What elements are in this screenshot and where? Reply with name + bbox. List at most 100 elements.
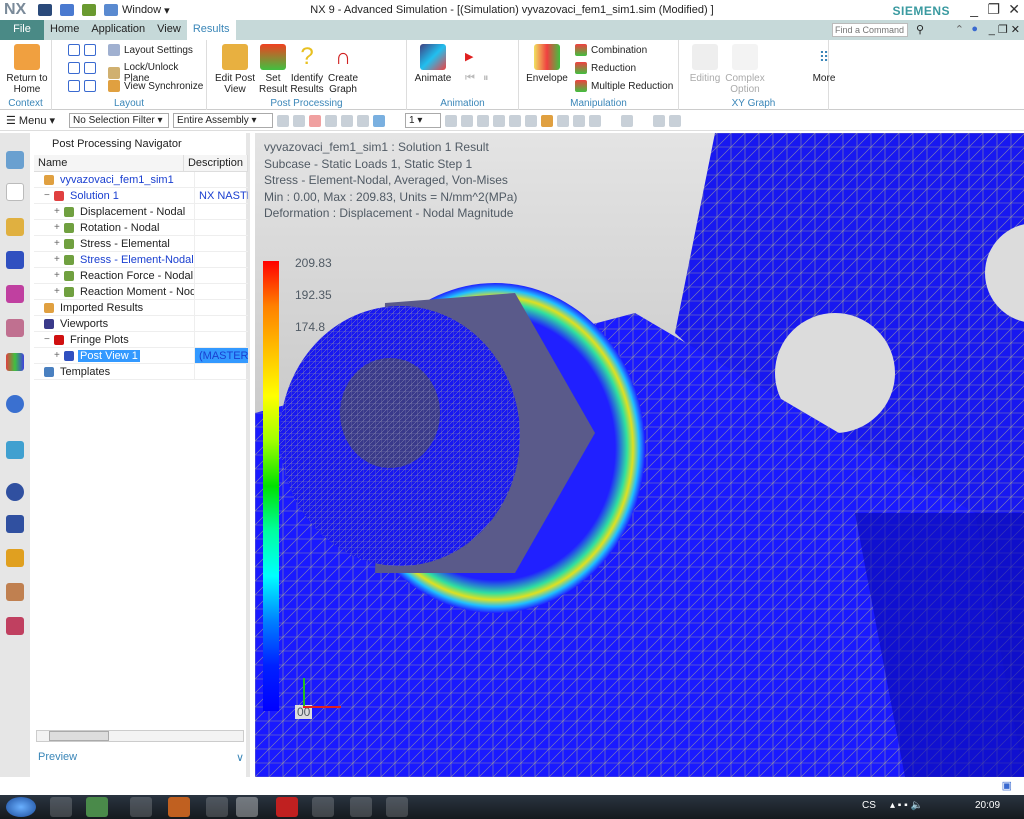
reduction-button[interactable]: Reduction bbox=[575, 62, 636, 74]
expand-toggle-icon[interactable]: − bbox=[44, 190, 54, 201]
graphics-viewport[interactable]: vyvazovaci_fem1_sim1 : Solution 1 Result… bbox=[255, 133, 1024, 777]
matlab-app-icon[interactable] bbox=[130, 797, 152, 817]
results-icon[interactable] bbox=[669, 114, 682, 127]
opera-app-icon[interactable] bbox=[276, 797, 298, 817]
help-icon[interactable]: ● bbox=[971, 23, 978, 35]
expand-toggle-icon[interactable]: − bbox=[44, 334, 54, 345]
section-icon[interactable] bbox=[573, 114, 586, 127]
process-studio-tab[interactable] bbox=[6, 515, 24, 533]
step-back-icon[interactable]: ⏮ bbox=[465, 72, 475, 85]
tab-home[interactable]: Home bbox=[44, 20, 85, 40]
tab-file[interactable]: File bbox=[0, 20, 44, 40]
render-icon[interactable] bbox=[525, 114, 538, 127]
app-icon[interactable] bbox=[350, 797, 372, 817]
tab-view[interactable]: View bbox=[151, 20, 187, 40]
layout-grid-icons[interactable] bbox=[68, 44, 96, 56]
layer-dropdown[interactable]: 1 ▾ bbox=[405, 113, 442, 128]
animate-button[interactable]: Animate bbox=[413, 44, 453, 84]
preview-panel-toggle[interactable]: Preview ∨ bbox=[38, 751, 244, 764]
tree-row[interactable]: Viewports bbox=[34, 316, 248, 332]
expand-toggle-icon[interactable]: + bbox=[54, 350, 64, 361]
more-button[interactable]: ⠿ More bbox=[809, 44, 839, 84]
restore-button[interactable]: ❐ bbox=[987, 1, 1000, 18]
history-tab[interactable] bbox=[6, 319, 24, 337]
edit-post-view-button[interactable]: Edit Post View bbox=[213, 44, 257, 95]
snap-icon[interactable] bbox=[309, 114, 322, 127]
app-icon[interactable] bbox=[312, 797, 334, 817]
tree-row[interactable]: + Rotation - Nodal bbox=[34, 220, 248, 236]
tree-row[interactable]: vyvazovaci_fem1_sim1 bbox=[34, 172, 248, 188]
history-clock-tab[interactable] bbox=[6, 483, 24, 501]
create-graph-button[interactable]: ∩ Create Graph bbox=[327, 44, 359, 95]
expand-toggle-icon[interactable]: + bbox=[54, 270, 64, 281]
snap-icon[interactable] bbox=[357, 114, 370, 127]
pause-icon[interactable]: ⏸ bbox=[483, 72, 489, 85]
zoom-icon[interactable] bbox=[461, 114, 474, 127]
menu-button[interactable]: ☰ Menu ▾ bbox=[6, 114, 55, 127]
envelope-button[interactable]: Envelope bbox=[525, 44, 569, 84]
snap-icon[interactable] bbox=[293, 114, 306, 127]
tree-row[interactable]: + Stress - Elemental bbox=[34, 236, 248, 252]
start-button[interactable] bbox=[6, 797, 36, 817]
language-indicator[interactable]: CS bbox=[862, 800, 876, 811]
expand-toggle-icon[interactable]: + bbox=[54, 206, 64, 217]
collapse-ribbon-icon[interactable]: ⌃ bbox=[955, 23, 964, 36]
close-button[interactable]: ✕ bbox=[1008, 1, 1020, 18]
column-name[interactable]: Name bbox=[34, 155, 184, 171]
nx-app-icon[interactable] bbox=[86, 797, 108, 817]
part-navigator-tab[interactable] bbox=[6, 285, 24, 303]
layout-settings-button[interactable]: Layout Settings bbox=[108, 44, 193, 56]
tree-row[interactable]: − Fringe Plots bbox=[34, 332, 248, 348]
sim-navigator-tab[interactable] bbox=[6, 151, 24, 169]
minimize-button[interactable]: _ bbox=[970, 1, 978, 17]
expand-toggle-icon[interactable]: + bbox=[54, 238, 64, 249]
app-icon[interactable] bbox=[206, 797, 228, 817]
complex-option-button[interactable]: Complex Option bbox=[725, 44, 765, 95]
selection-filter-dropdown[interactable]: No Selection Filter ▾ bbox=[69, 113, 170, 128]
palette-tab[interactable] bbox=[6, 353, 24, 371]
app-icon[interactable] bbox=[386, 797, 408, 817]
clock[interactable]: 20:09 bbox=[975, 800, 1000, 811]
view-synchronize-button[interactable]: View Synchronize bbox=[108, 80, 203, 92]
horizontal-scrollbar[interactable] bbox=[36, 730, 244, 742]
tab-application[interactable]: Application bbox=[85, 20, 151, 40]
set-result-button[interactable]: Set Result bbox=[259, 44, 287, 95]
system-scenes-tab[interactable] bbox=[6, 617, 24, 635]
fringe-icon[interactable] bbox=[541, 114, 554, 127]
snap-icon[interactable] bbox=[325, 114, 338, 127]
layout-grid-icons[interactable] bbox=[68, 62, 96, 74]
column-description[interactable]: Description bbox=[184, 155, 248, 171]
constraint-navigator-tab[interactable] bbox=[6, 251, 24, 269]
snap-icon[interactable] bbox=[277, 114, 290, 127]
search-icon[interactable]: ⚲ bbox=[916, 23, 924, 36]
scope-dropdown[interactable]: Entire Assembly ▾ bbox=[173, 113, 274, 128]
app-icon[interactable] bbox=[236, 797, 258, 817]
roles-tab[interactable] bbox=[6, 549, 24, 567]
layout-grid-icons[interactable] bbox=[68, 80, 96, 92]
scroll-thumb[interactable] bbox=[49, 731, 109, 741]
tree-row[interactable]: + Reaction Moment - Nodal bbox=[34, 284, 248, 300]
edge-icon[interactable] bbox=[557, 114, 570, 127]
identify-results-button[interactable]: ? Identify Results bbox=[289, 44, 325, 96]
combination-button[interactable]: Combination bbox=[575, 44, 647, 56]
multiple-reduction-button[interactable]: Multiple Reduction bbox=[575, 80, 673, 92]
expand-toggle-icon[interactable]: + bbox=[54, 222, 64, 233]
orient-icon[interactable] bbox=[509, 114, 522, 127]
fullscreen-icon[interactable]: ▣ bbox=[1002, 779, 1012, 792]
tree-row[interactable]: + Stress - Element-Nodal bbox=[34, 252, 248, 268]
tray-icons[interactable]: ▴ ▪ ▪ 🔈 bbox=[890, 800, 923, 811]
editing-button[interactable]: Editing bbox=[685, 44, 725, 84]
rotate-icon[interactable] bbox=[477, 114, 490, 127]
tree-row[interactable]: Templates bbox=[34, 364, 248, 380]
tree-row[interactable]: Imported Results bbox=[34, 300, 248, 316]
snap-icon[interactable] bbox=[341, 114, 354, 127]
post-navigator-tab[interactable] bbox=[6, 183, 24, 201]
app-icon[interactable] bbox=[168, 797, 190, 817]
tree-row[interactable]: + Post View 1 (MASTER) S bbox=[34, 348, 248, 364]
snap-icon[interactable] bbox=[373, 114, 386, 127]
section-icon[interactable] bbox=[589, 114, 602, 127]
pan-icon[interactable] bbox=[493, 114, 506, 127]
plane-icon[interactable] bbox=[653, 114, 666, 127]
tree-row[interactable]: − Solution 1 NX NASTRAN bbox=[34, 188, 248, 204]
tab-results[interactable]: Results bbox=[186, 20, 236, 40]
